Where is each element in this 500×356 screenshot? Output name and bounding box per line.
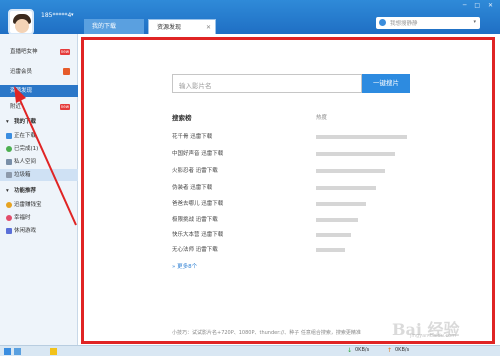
username[interactable]: 185*****4 bbox=[41, 12, 71, 19]
check-icon bbox=[6, 146, 12, 152]
sidebar: 直播吧女神 new 迅雷会员 资源发现 附近 new ▾ 我的下载 正在下载 已… bbox=[0, 34, 78, 345]
ranking-row[interactable]: 中国好声音 迅雷下载 bbox=[172, 149, 412, 159]
avatar[interactable] bbox=[8, 9, 34, 35]
heat-bar bbox=[316, 218, 358, 222]
chevron-down-icon: ▾ bbox=[6, 188, 9, 194]
more-rankings-link[interactable]: » 更多8个 bbox=[172, 262, 197, 270]
download-speed: 0KB/s bbox=[355, 347, 370, 353]
search-icon bbox=[379, 19, 386, 26]
sidebar-item-completed[interactable]: 已完成(1) bbox=[0, 143, 78, 155]
ranking-row[interactable]: 无心法师 迅雷下载 bbox=[172, 245, 412, 255]
sidebar-item-label: 私人空间 bbox=[14, 159, 37, 165]
sidebar-item-label: 正在下载 bbox=[14, 133, 37, 139]
global-search-input[interactable]: 我想搜静静 ▾ bbox=[376, 17, 480, 29]
sidebar-item-trash[interactable]: 垃圾箱 bbox=[0, 169, 78, 181]
sidebar-item-label: 资源发现 bbox=[10, 88, 33, 94]
ranking-row[interactable]: 快乐大本营 迅雷下载 bbox=[172, 230, 412, 240]
ranking-name[interactable]: 伪装者 迅雷下载 bbox=[172, 183, 212, 191]
sidebar-item-discover[interactable]: 资源发现 bbox=[0, 85, 78, 97]
chevron-down-icon[interactable]: ▾ bbox=[473, 19, 476, 25]
heat-bar bbox=[316, 186, 376, 190]
ranking-row[interactable]: 极限挑战 迅雷下载 bbox=[172, 215, 412, 225]
sidebar-item-downloading[interactable]: 正在下载 bbox=[0, 130, 78, 142]
sidebar-section-label: 我的下载 bbox=[14, 119, 37, 125]
movie-search-placeholder: 输入影片名 bbox=[179, 82, 212, 90]
gift-icon bbox=[63, 68, 70, 75]
sidebar-item-label: 附近 bbox=[10, 104, 22, 110]
avatar-face bbox=[15, 19, 29, 33]
app-icon[interactable] bbox=[4, 348, 11, 355]
new-badge: new bbox=[59, 104, 70, 110]
ranking-name[interactable]: 火影忍者 迅雷下载 bbox=[172, 166, 218, 174]
sidebar-item-nearby[interactable]: 附近 new bbox=[0, 101, 78, 113]
tab-label: 资源发现 bbox=[157, 24, 182, 31]
tab-label: 我的下载 bbox=[92, 23, 117, 30]
lock-icon bbox=[6, 159, 12, 165]
search-movie-button[interactable]: 一键搜片 bbox=[362, 74, 410, 93]
ranking-title: 搜索榜 bbox=[172, 114, 192, 122]
close-icon[interactable]: ✕ bbox=[206, 20, 211, 35]
heat-column-title: 热度 bbox=[316, 115, 328, 121]
tab-resource-discovery[interactable]: 资源发现 ✕ bbox=[148, 19, 216, 34]
sidebar-item-label: 直播吧女神 bbox=[10, 49, 38, 55]
ranking-name[interactable]: 中国好声音 迅雷下载 bbox=[172, 149, 223, 157]
chevron-down-icon[interactable]: ▾ bbox=[71, 12, 74, 18]
heat-bar bbox=[316, 233, 351, 237]
search-placeholder: 我想搜静静 bbox=[390, 21, 418, 27]
download-speed-icon: ↓ bbox=[347, 347, 353, 354]
sidebar-item-earn[interactable]: 迅雷赚钱宝 bbox=[0, 199, 78, 211]
upload-speed: 0KB/s bbox=[395, 347, 410, 353]
sidebar-item-label: 迅雷赚钱宝 bbox=[14, 202, 42, 208]
heat-bar bbox=[316, 202, 366, 206]
person-icon[interactable] bbox=[50, 348, 57, 355]
download-icon bbox=[6, 133, 12, 139]
chevron-down-icon: ▾ bbox=[6, 119, 9, 125]
ranking-name[interactable]: 花千骨 迅雷下载 bbox=[172, 132, 212, 140]
sidebar-item-label: 休闲游戏 bbox=[14, 228, 37, 234]
ranking-row[interactable]: 火影忍者 迅雷下载 bbox=[172, 166, 412, 176]
heat-bar bbox=[316, 169, 385, 173]
movie-search-input[interactable]: 输入影片名 bbox=[172, 74, 362, 93]
ranking-name[interactable]: 极限挑战 迅雷下载 bbox=[172, 215, 218, 223]
ranking-name[interactable]: 快乐大本营 迅雷下载 bbox=[172, 230, 223, 238]
resource-discovery-panel: 输入影片名 一键搜片 搜索榜 热度 花千骨 迅雷下载 中国好声音 迅雷下载 火影… bbox=[81, 37, 495, 344]
app-icon[interactable] bbox=[14, 348, 21, 355]
heat-bar bbox=[316, 248, 345, 252]
sidebar-section-label: 功能推荐 bbox=[14, 188, 37, 194]
sidebar-item-games[interactable]: 休闲游戏 bbox=[0, 225, 78, 237]
ranking-name[interactable]: 无心法师 迅雷下载 bbox=[172, 245, 218, 253]
upload-speed-icon: ↑ bbox=[387, 347, 393, 354]
window-controls[interactable]: ─ □ ✕ bbox=[463, 2, 496, 9]
sidebar-section-recommend[interactable]: ▾ 功能推荐 bbox=[0, 185, 78, 197]
ranking-name[interactable]: 爸爸去哪儿 迅雷下载 bbox=[172, 199, 223, 207]
status-bar: ↓ 0KB/s ↑ 0KB/s bbox=[0, 345, 500, 356]
sidebar-item-label: 幸福时 bbox=[14, 215, 31, 221]
watermark-url: jingyan.baidu.com bbox=[410, 333, 457, 339]
title-bar: 185*****4 ▾ 我的下载 资源发现 ✕ 我想搜静静 ▾ ─ □ ✕ bbox=[0, 0, 500, 35]
game-icon bbox=[6, 228, 12, 234]
sidebar-item-happy[interactable]: 幸福时 bbox=[0, 212, 78, 224]
search-tip: 小技巧：试试影片名+720P、1080P、thunder://、种子 任意组合搜… bbox=[172, 330, 361, 336]
sidebar-item-private[interactable]: 私人空间 bbox=[0, 156, 78, 168]
sidebar-item-live[interactable]: 直播吧女神 new bbox=[0, 46, 78, 58]
new-badge: new bbox=[59, 49, 70, 55]
heat-bar bbox=[316, 135, 407, 139]
ranking-row[interactable]: 爸爸去哪儿 迅雷下载 bbox=[172, 199, 412, 209]
sidebar-item-label: 已完成(1) bbox=[14, 146, 39, 152]
sidebar-item-vip[interactable]: 迅雷会员 bbox=[0, 66, 78, 78]
coin-icon bbox=[6, 202, 12, 208]
trash-icon bbox=[6, 172, 12, 178]
heart-icon bbox=[6, 215, 12, 221]
heat-bar bbox=[316, 152, 395, 156]
sidebar-item-label: 迅雷会员 bbox=[10, 69, 33, 75]
ranking-row[interactable]: 伪装者 迅雷下载 bbox=[172, 183, 412, 193]
sidebar-section-my-downloads[interactable]: ▾ 我的下载 bbox=[0, 116, 78, 128]
tab-my-downloads[interactable]: 我的下载 bbox=[84, 19, 144, 34]
sidebar-item-label: 垃圾箱 bbox=[14, 172, 31, 178]
ranking-row[interactable]: 花千骨 迅雷下载 bbox=[172, 132, 412, 142]
